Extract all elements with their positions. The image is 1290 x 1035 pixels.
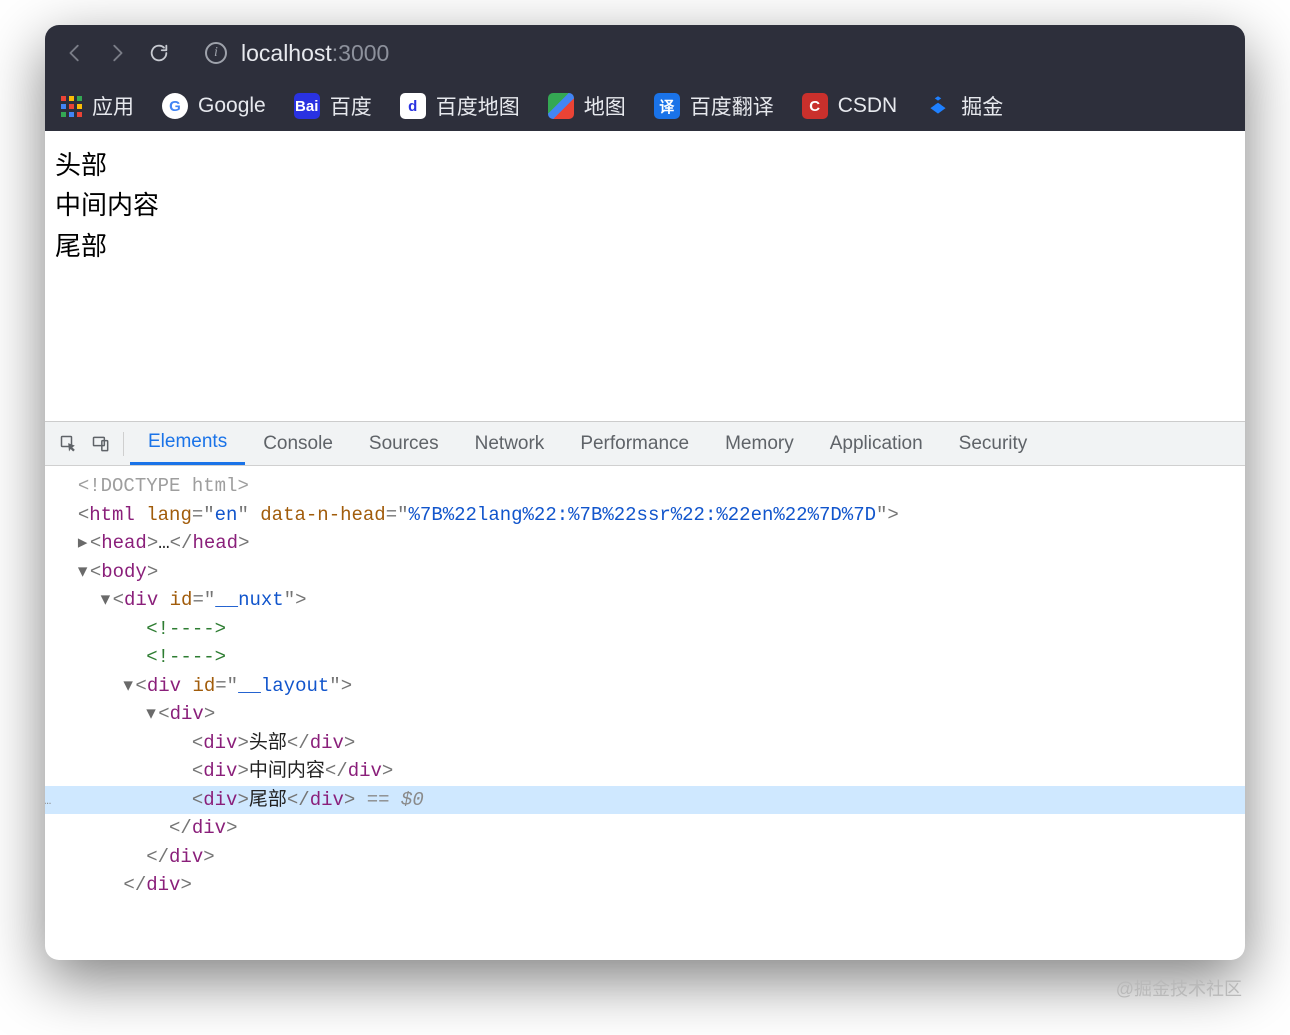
browser-chrome: i localhost:3000 应用 Google Bai 百度 d 百度地图 bbox=[45, 25, 1245, 131]
dom-line[interactable]: <body> bbox=[45, 558, 1245, 587]
dom-line[interactable]: <html lang="en" data-n-head="%7B%22lang%… bbox=[45, 501, 1245, 530]
dom-line[interactable]: <div> bbox=[45, 700, 1245, 729]
dom-line-selected[interactable]: <div>尾部</div> == $0 bbox=[45, 786, 1245, 815]
tab-console[interactable]: Console bbox=[245, 422, 351, 465]
dom-line[interactable]: <div id="__nuxt"> bbox=[45, 586, 1245, 615]
bookmark-label: 百度 bbox=[330, 91, 372, 121]
tab-sources[interactable]: Sources bbox=[351, 422, 457, 465]
bookmark-label: 百度翻译 bbox=[690, 91, 774, 121]
bookmark-label: 应用 bbox=[92, 91, 134, 121]
tab-elements[interactable]: Elements bbox=[130, 422, 245, 465]
reload-button[interactable] bbox=[143, 37, 175, 69]
devtools-tabs: Elements Console Sources Network Perform… bbox=[45, 422, 1245, 466]
device-toggle-icon[interactable] bbox=[85, 428, 117, 460]
browser-window: i localhost:3000 应用 Google Bai 百度 d 百度地图 bbox=[45, 25, 1245, 960]
google-icon bbox=[162, 93, 188, 119]
dom-line[interactable]: </div> bbox=[45, 814, 1245, 843]
dom-line[interactable]: <div>头部</div> bbox=[45, 729, 1245, 758]
dom-line[interactable]: <head>…</head> bbox=[45, 529, 1245, 558]
page-footer-text: 尾部 bbox=[55, 226, 1235, 266]
devtools-panel: Elements Console Sources Network Perform… bbox=[45, 421, 1245, 912]
collapse-icon[interactable] bbox=[101, 586, 113, 615]
nav-row: i localhost:3000 bbox=[45, 25, 1245, 81]
page-content: 头部 中间内容 尾部 bbox=[45, 131, 1245, 421]
elements-tree[interactable]: <!DOCTYPE html> <html lang="en" data-n-h… bbox=[45, 466, 1245, 912]
bookmark-baidu-map[interactable]: d 百度地图 bbox=[400, 91, 520, 121]
collapse-icon[interactable] bbox=[123, 672, 135, 701]
baidu-icon: Bai bbox=[294, 93, 320, 119]
dom-line[interactable]: <!----> bbox=[45, 615, 1245, 644]
bookmarks-bar: 应用 Google Bai 百度 d 百度地图 地图 译 百度翻译 bbox=[45, 81, 1245, 131]
dom-line[interactable]: <!DOCTYPE html> bbox=[45, 472, 1245, 501]
bookmark-label: CSDN bbox=[838, 94, 898, 118]
back-button[interactable] bbox=[59, 37, 91, 69]
map-icon bbox=[548, 93, 574, 119]
bookmark-label: Google bbox=[198, 94, 266, 118]
bookmark-label: 掘金 bbox=[961, 91, 1003, 121]
dom-line[interactable]: <!----> bbox=[45, 643, 1245, 672]
bookmark-apps[interactable]: 应用 bbox=[61, 91, 134, 121]
juejin-icon bbox=[925, 93, 951, 119]
baidu-map-icon: d bbox=[400, 93, 426, 119]
bookmark-translate[interactable]: 译 百度翻译 bbox=[654, 91, 774, 121]
bookmark-juejin[interactable]: 掘金 bbox=[925, 91, 1003, 121]
url-host: localhost bbox=[241, 40, 332, 66]
separator bbox=[123, 432, 124, 456]
site-info-icon[interactable]: i bbox=[205, 42, 227, 64]
tab-performance[interactable]: Performance bbox=[562, 422, 707, 465]
page-header-text: 头部 bbox=[55, 145, 1235, 185]
csdn-icon: C bbox=[802, 93, 828, 119]
collapse-icon[interactable] bbox=[78, 558, 90, 587]
tab-application[interactable]: Application bbox=[812, 422, 941, 465]
inspect-icon[interactable] bbox=[53, 428, 85, 460]
tab-memory[interactable]: Memory bbox=[707, 422, 812, 465]
dom-line[interactable]: </div> bbox=[45, 871, 1245, 900]
expand-icon[interactable] bbox=[78, 529, 90, 558]
bookmark-csdn[interactable]: C CSDN bbox=[802, 93, 898, 119]
bookmark-label: 百度地图 bbox=[436, 91, 520, 121]
tab-network[interactable]: Network bbox=[457, 422, 563, 465]
watermark: @掘金技术社区 bbox=[1116, 975, 1242, 1001]
bookmark-google[interactable]: Google bbox=[162, 93, 266, 119]
bookmark-baidu[interactable]: Bai 百度 bbox=[294, 91, 372, 121]
collapse-icon[interactable] bbox=[146, 700, 158, 729]
apps-icon bbox=[61, 96, 82, 117]
address-bar[interactable]: i localhost:3000 bbox=[185, 40, 389, 67]
forward-button[interactable] bbox=[101, 37, 133, 69]
translate-icon: 译 bbox=[654, 93, 680, 119]
url-port: :3000 bbox=[332, 40, 390, 66]
tab-security[interactable]: Security bbox=[941, 422, 1046, 465]
dom-line[interactable]: </div> bbox=[45, 843, 1245, 872]
dom-line[interactable]: <div id="__layout"> bbox=[45, 672, 1245, 701]
dom-line[interactable]: <div>中间内容</div> bbox=[45, 757, 1245, 786]
bookmark-google-map[interactable]: 地图 bbox=[548, 91, 626, 121]
page-middle-text: 中间内容 bbox=[55, 185, 1235, 225]
bookmark-label: 地图 bbox=[584, 91, 626, 121]
